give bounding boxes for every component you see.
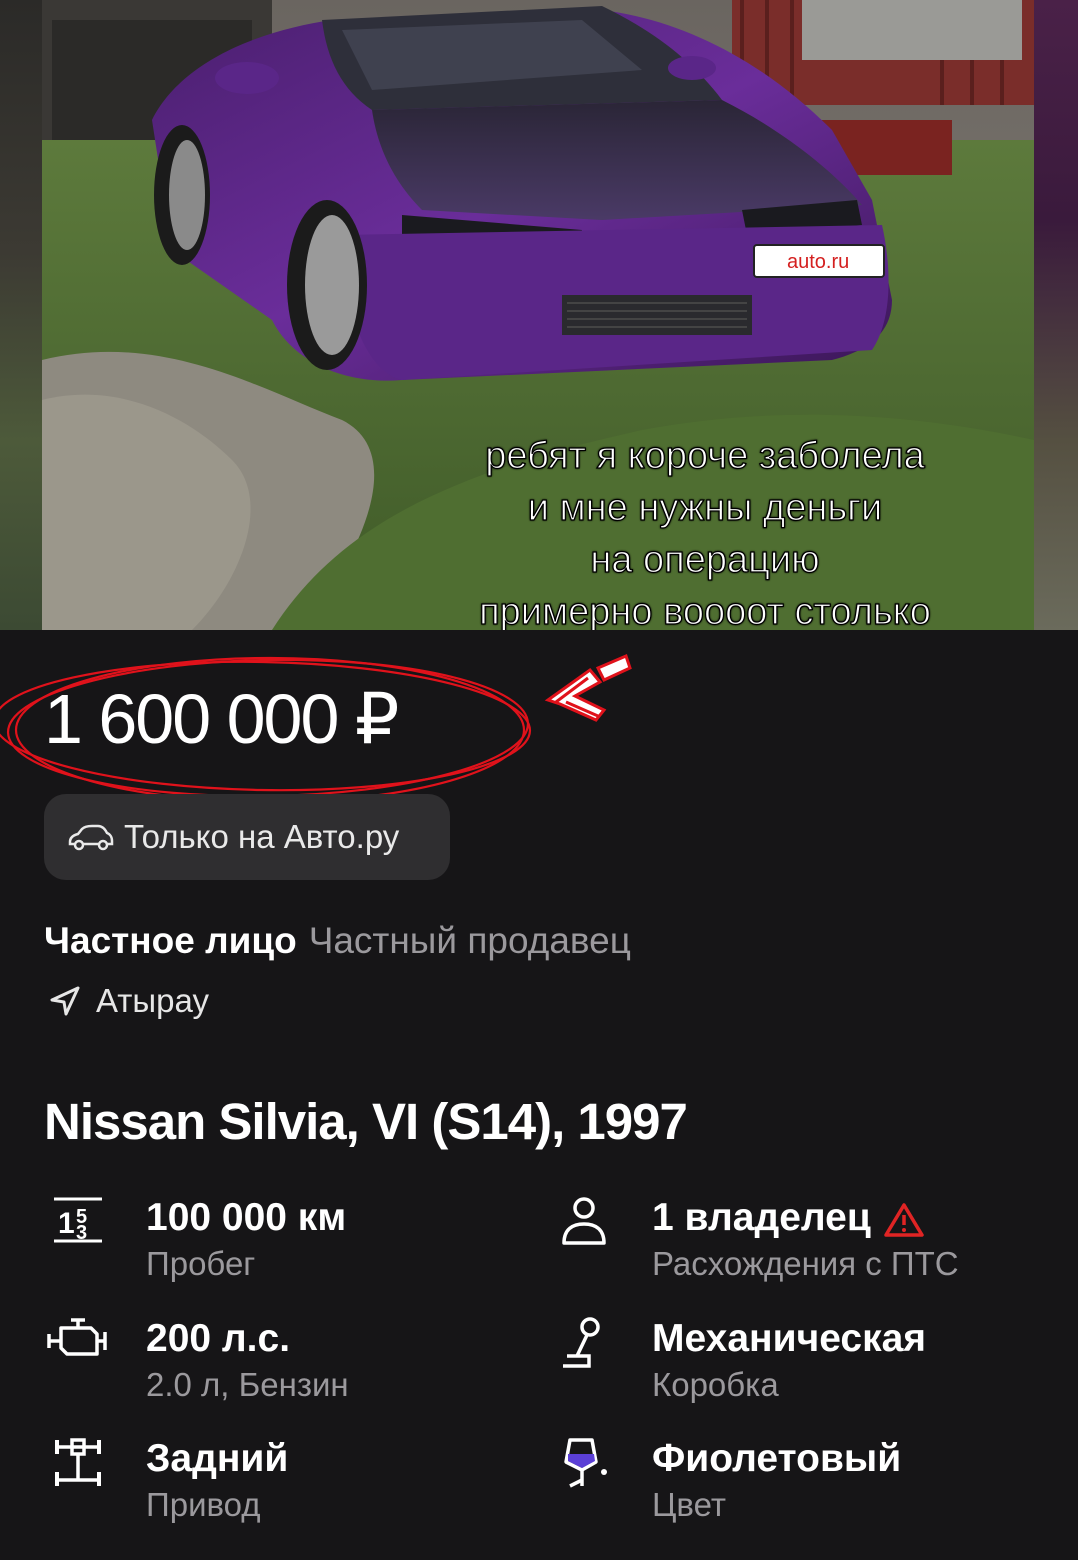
- spec-drive: Задний Привод: [46, 1436, 288, 1528]
- engine-value: 200 л.с.: [146, 1317, 291, 1360]
- drive-value: Задний: [146, 1437, 289, 1480]
- seller-info: Частное лицо Частный продавец: [44, 920, 631, 962]
- svg-text:3: 3: [76, 1222, 87, 1244]
- spec-mileage: 1 5 3 100 000 км Пробег: [46, 1195, 346, 1287]
- price: 1 600 000 ₽: [44, 680, 399, 758]
- photo-caption: ребят я короче заболела и мне нужны день…: [430, 430, 980, 630]
- engine-icon: [46, 1316, 110, 1380]
- mileage-value: 100 000 км: [146, 1196, 347, 1239]
- previous-photo-peek[interactable]: [0, 0, 42, 630]
- paint-icon: [552, 1436, 616, 1500]
- gearbox-value: Механическая: [652, 1317, 927, 1360]
- car-icon: [68, 824, 114, 851]
- seller-type: Частное лицо: [44, 920, 297, 961]
- warning-icon[interactable]: [883, 1202, 925, 1238]
- caption-line: ребят я короче заболела: [485, 434, 926, 477]
- next-photo-peek[interactable]: [1034, 0, 1078, 630]
- listing-info: 1 600 000 ₽ Только на Авто.ру Частное ли…: [0, 630, 1078, 1560]
- caption-line: примерно воооот столько: [478, 590, 931, 630]
- seller-description: Частный продавец: [308, 920, 631, 961]
- location[interactable]: Атырау: [48, 982, 209, 1020]
- car-title: Nissan Silvia, VI (S14), 1997: [44, 1093, 688, 1150]
- odometer-icon: 1 5 3: [46, 1195, 110, 1259]
- spec-owners: 1 владелец Расхождения с ПТС: [552, 1195, 959, 1287]
- spec-color: Фиолетовый Цвет: [552, 1436, 901, 1528]
- caption-line: на операцию: [590, 538, 820, 581]
- owner-icon: [552, 1195, 616, 1259]
- location-city: Атырау: [96, 982, 209, 1019]
- gearbox-icon: [552, 1316, 616, 1380]
- listing-photo-gallery[interactable]: auto.ru ребят я короче заболела и мне ну…: [0, 0, 1078, 630]
- owners-value: 1 владелец: [652, 1196, 871, 1239]
- plate-text: auto.ru: [787, 251, 849, 273]
- gearbox-label: Коробка: [652, 1366, 779, 1403]
- svg-text:1: 1: [58, 1207, 75, 1240]
- location-arrow-icon: [50, 986, 80, 1016]
- spec-engine: 200 л.с. 2.0 л, Бензин: [46, 1316, 349, 1408]
- color-value: Фиолетовый: [652, 1437, 902, 1480]
- color-label: Цвет: [652, 1486, 726, 1523]
- drive-label: Привод: [146, 1486, 261, 1523]
- mileage-label: Пробег: [146, 1245, 256, 1282]
- owners-label: Расхождения с ПТС: [652, 1245, 959, 1282]
- drive-icon: [46, 1436, 110, 1500]
- annotation-arrow-icon: [544, 653, 632, 722]
- caption-line: и мне нужны деньги: [527, 486, 883, 529]
- spec-gearbox: Механическая Коробка: [552, 1316, 926, 1408]
- engine-label: 2.0 л, Бензин: [146, 1366, 349, 1403]
- badge-label: Только на Авто.ру: [124, 818, 400, 855]
- exclusive-badge[interactable]: Только на Авто.ру: [44, 794, 450, 880]
